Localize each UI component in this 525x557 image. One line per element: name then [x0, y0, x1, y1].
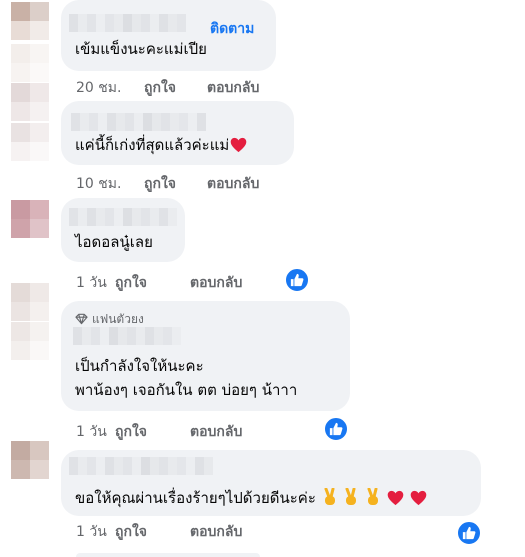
comment-bubble: ไอดอลนู๋เลย — [61, 198, 185, 262]
comment-text: แค่นี้ก็เก่งที่สุดแล้วค่ะแม่ — [75, 135, 247, 155]
thumbs-up-icon — [290, 273, 304, 287]
avatar[interactable] — [11, 283, 49, 321]
avatar[interactable] — [11, 441, 49, 479]
comment-timestamp[interactable]: 1 วัน — [76, 272, 107, 294]
comment-text-line-2: พาน้องๆ เจอกันใน ตต บ่อยๆ น้าาา — [75, 381, 298, 399]
comment-bubble: ติดตาม เข้มแข็งนะคะแม่เปีย — [61, 0, 276, 71]
avatar[interactable] — [11, 44, 49, 82]
like-button[interactable]: ถูกใจ — [115, 272, 147, 294]
comment-text-content: แค่นี้ก็เก่งที่สุดแล้วค่ะแม่ — [75, 136, 230, 154]
comment-text: ไอดอลนู๋เลย — [75, 233, 153, 251]
reply-button[interactable]: ตอบกลับ — [190, 521, 242, 543]
victory-hand-emoji — [345, 487, 357, 505]
like-reaction-badge[interactable] — [456, 520, 482, 546]
red-heart-emoji — [410, 490, 427, 506]
comment-text-line-1: เป็นกำลังใจให้นะคะ — [75, 357, 204, 375]
thumbs-up-icon — [329, 422, 343, 436]
follow-link[interactable]: ติดตาม — [210, 18, 254, 40]
comment-text-content: ขอให้คุณผ่านเรื่องร้ายๆไปด้วยดีนะค่ะ — [75, 489, 316, 507]
thumbs-up-icon — [462, 526, 476, 540]
commenter-name-redacted[interactable] — [71, 113, 206, 131]
fan-badge-label: แฟนตัวยง — [92, 312, 144, 326]
reply-button[interactable]: ตอบกลับ — [207, 77, 259, 99]
avatar[interactable] — [11, 123, 49, 161]
like-button[interactable]: ถูกใจ — [115, 421, 147, 443]
like-button[interactable]: ถูกใจ — [144, 77, 176, 99]
commenter-name-redacted[interactable] — [73, 327, 181, 345]
red-heart-emoji — [231, 137, 247, 153]
avatar[interactable] — [11, 322, 49, 360]
reply-button[interactable]: ตอบกลับ — [190, 272, 242, 294]
avatar[interactable] — [11, 200, 49, 238]
comment-bubble: ขอให้คุณผ่านเรื่องร้ายๆไปด้วยดีนะค่ะ — [61, 450, 481, 516]
like-reaction-badge[interactable] — [284, 267, 310, 293]
like-button[interactable]: ถูกใจ — [144, 173, 176, 195]
comment-bubble: แฟนตัวยง เป็นกำลังใจให้นะคะ พาน้องๆ เจอก… — [61, 301, 350, 411]
diamond-icon — [75, 313, 88, 325]
comment-text: เข้มแข็งนะคะแม่เปีย — [75, 40, 207, 58]
comment-bubble: แค่นี้ก็เก่งที่สุดแล้วค่ะแม่ — [61, 101, 294, 165]
comment-timestamp[interactable]: 20 ชม. — [76, 77, 121, 99]
avatar[interactable] — [11, 83, 49, 121]
reply-button[interactable]: ตอบกลับ — [207, 173, 259, 195]
commenter-name-redacted[interactable] — [69, 208, 177, 226]
comment-timestamp[interactable]: 1 วัน — [76, 421, 107, 443]
comment-bubble-partial — [76, 553, 260, 557]
comment-timestamp[interactable]: 1 วัน — [76, 521, 107, 543]
like-reaction-badge[interactable] — [323, 416, 349, 442]
avatar[interactable] — [11, 2, 49, 40]
reply-button[interactable]: ตอบกลับ — [190, 421, 242, 443]
comment-timestamp[interactable]: 10 ชม. — [76, 173, 121, 195]
commenter-name-redacted[interactable] — [69, 14, 186, 32]
like-button[interactable]: ถูกใจ — [115, 521, 147, 543]
victory-hand-emoji — [367, 487, 379, 505]
victory-hand-emoji — [324, 487, 335, 505]
commenter-name-redacted[interactable] — [69, 457, 213, 475]
red-heart-emoji — [387, 490, 404, 506]
comment-text: ขอให้คุณผ่านเรื่องร้ายๆไปด้วยดีนะค่ะ — [75, 486, 427, 510]
